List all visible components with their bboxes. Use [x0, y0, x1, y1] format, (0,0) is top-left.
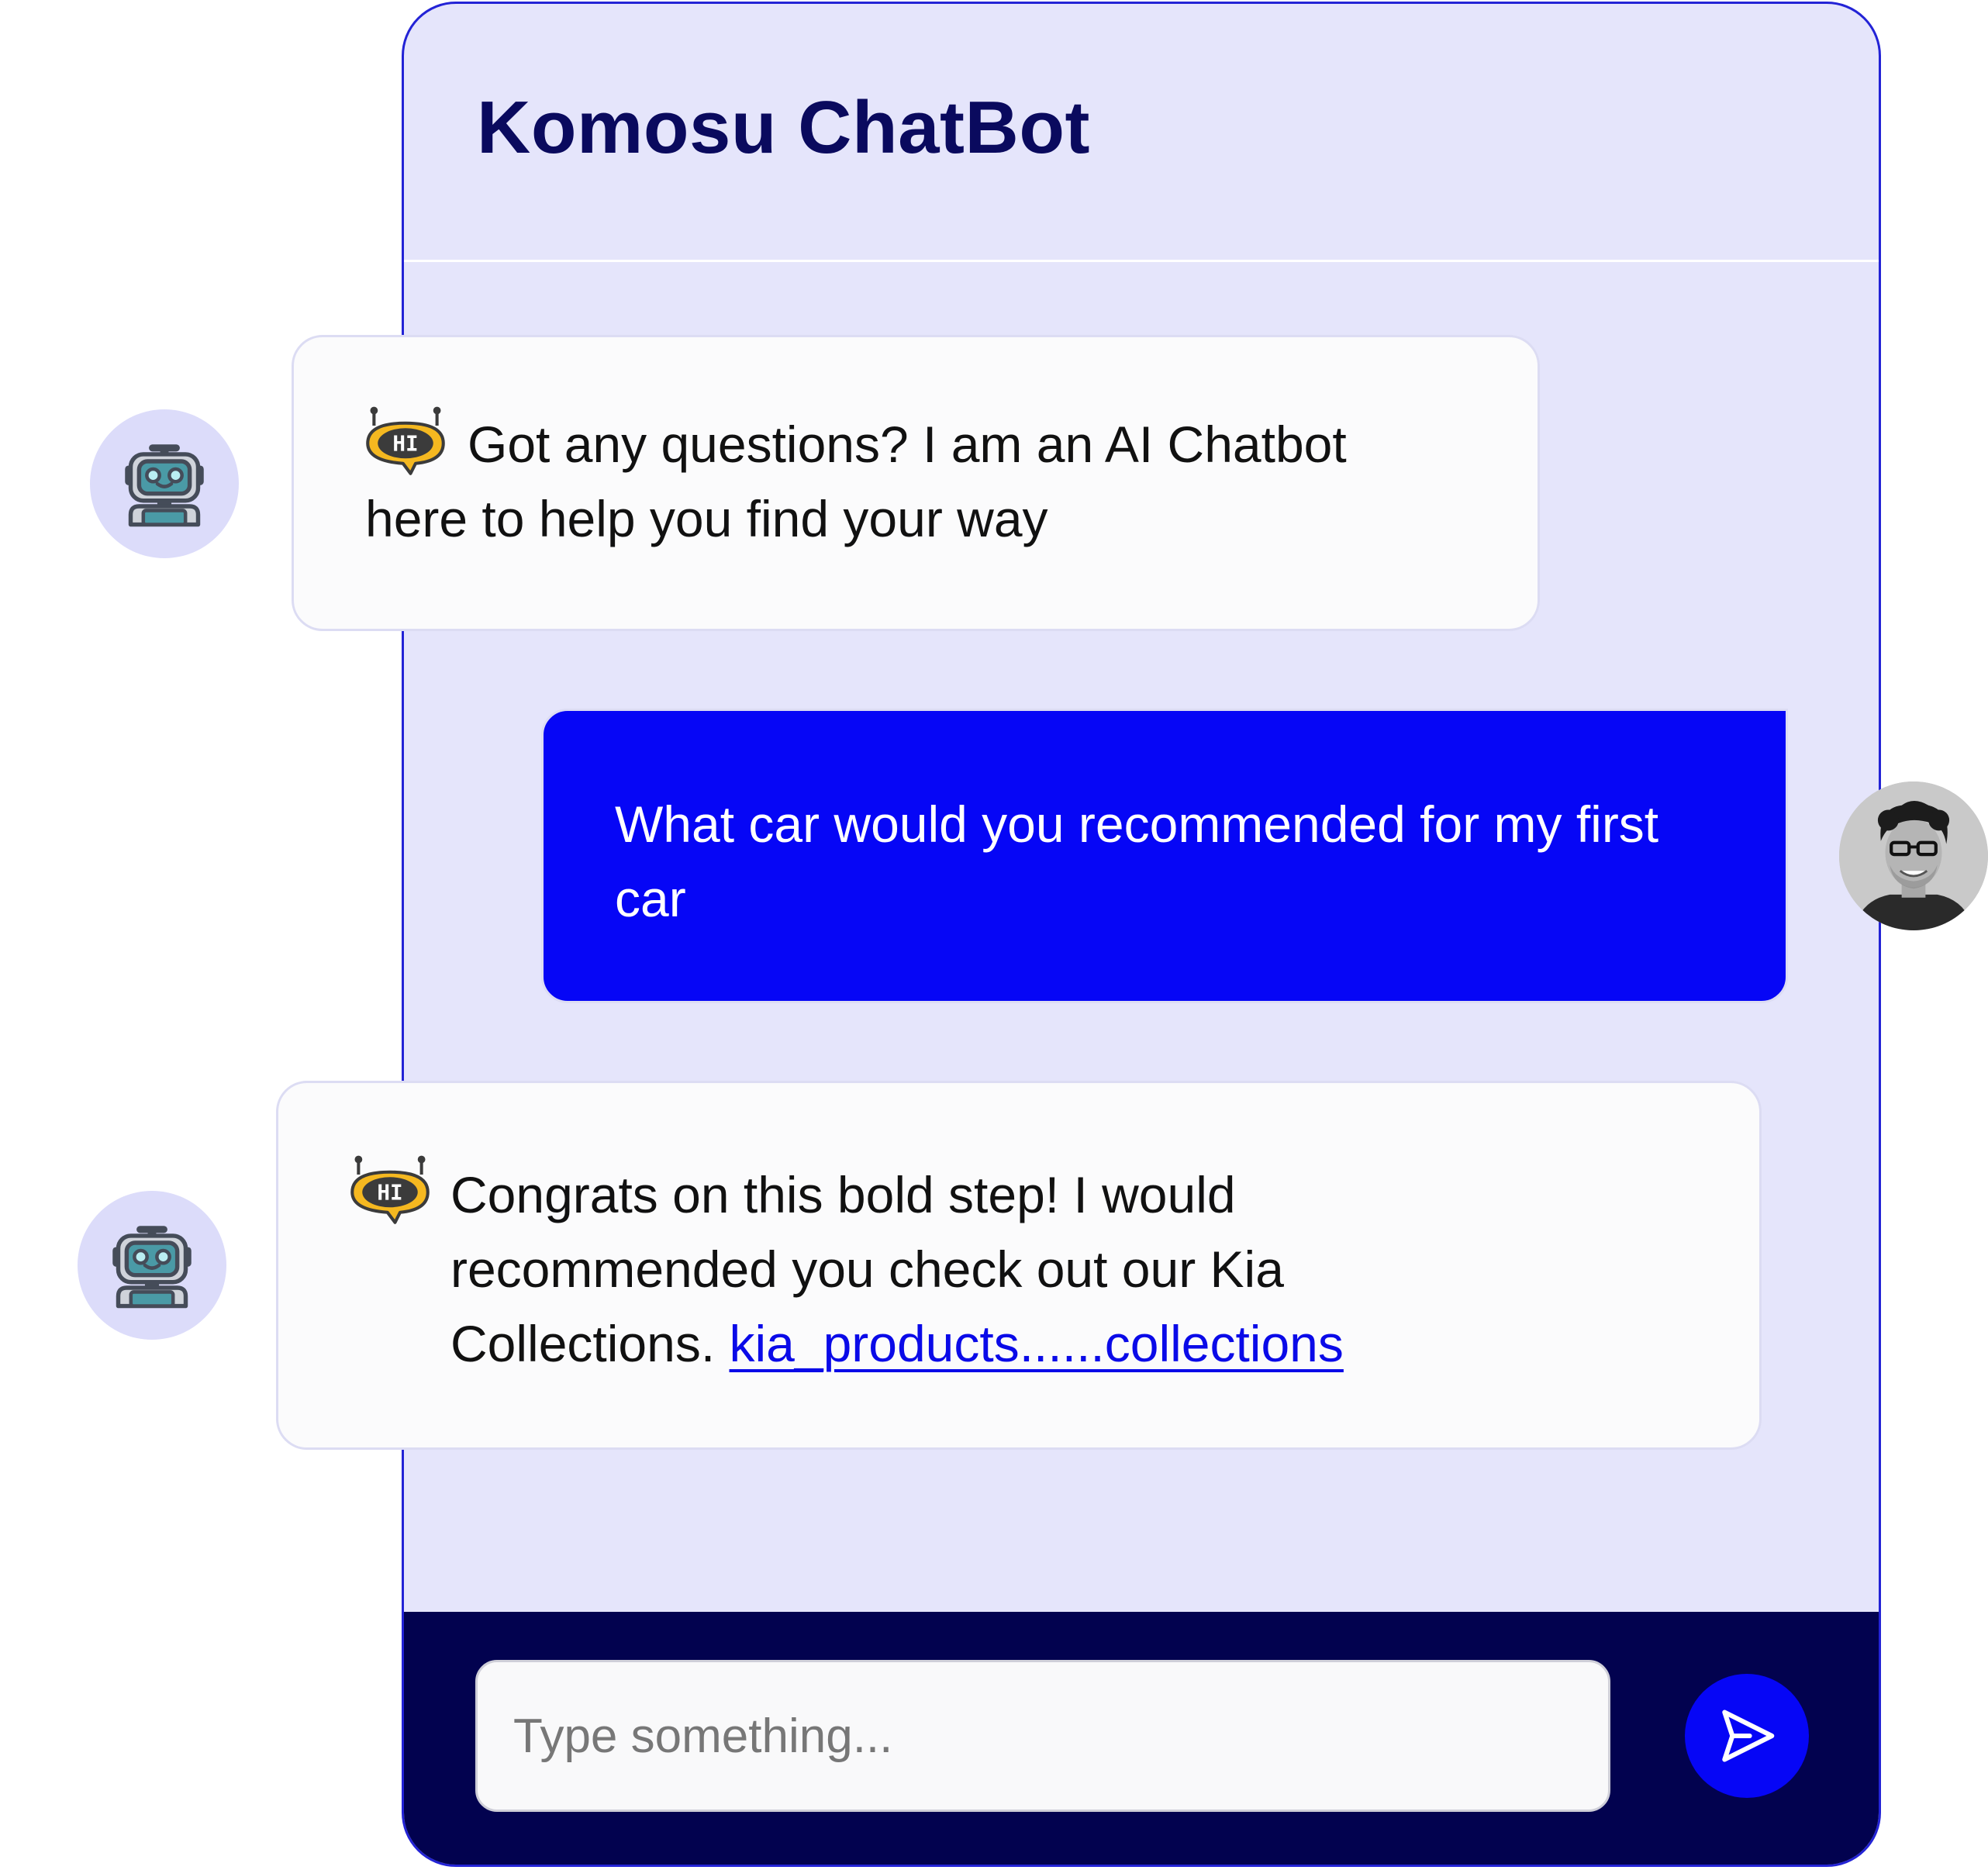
robot-icon — [125, 444, 204, 527]
composer-bar — [404, 1612, 1879, 1865]
user-message: What car would you recommended for my fi… — [541, 709, 1788, 1003]
user-photo — [1839, 781, 1988, 930]
bot-avatar — [78, 1191, 226, 1340]
bot-message-text: Got any questions? I am an AI Chatbot he… — [365, 416, 1347, 547]
robot-icon — [112, 1226, 192, 1309]
send-icon — [1722, 1710, 1775, 1762]
bot-message-text: Congrats on this bold step! I would reco… — [450, 1158, 1458, 1381]
send-button[interactable] — [1685, 1674, 1809, 1798]
bot-message: HI Got any questions? I am an AI Chatbot… — [292, 335, 1540, 631]
page-title: Komosu ChatBot — [477, 86, 1090, 169]
hi-emoji-label: HI — [377, 1180, 402, 1206]
user-message-text: What car would you recommended for my fi… — [615, 795, 1659, 927]
user-avatar — [1839, 781, 1988, 930]
bot-avatar — [90, 409, 239, 558]
bot-message: HI Congrats on this bold step! I would r… — [276, 1081, 1762, 1450]
message-input[interactable] — [475, 1660, 1610, 1812]
chat-header: Komosu ChatBot — [404, 4, 1879, 262]
hi-robot-emoji-icon: HI — [350, 1155, 430, 1224]
kia-collections-link[interactable]: kia_products......collections — [730, 1315, 1344, 1372]
